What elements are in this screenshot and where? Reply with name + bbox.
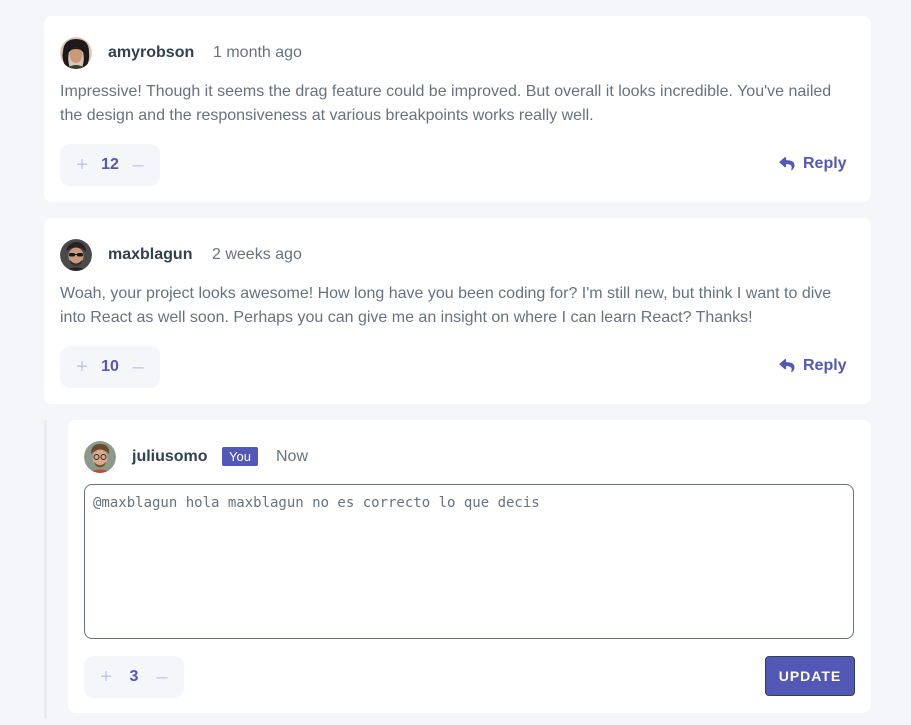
downvote-icon[interactable]: – xyxy=(152,656,172,698)
reply-label: Reply xyxy=(803,155,847,172)
avatar xyxy=(84,441,116,473)
comment-username[interactable]: maxblagun xyxy=(108,246,192,264)
avatar xyxy=(60,37,92,69)
comment-username[interactable]: amyrobson xyxy=(108,44,194,62)
reply-button[interactable]: Reply xyxy=(779,354,847,378)
comment-content: Impressive! Though it seems the drag fea… xyxy=(60,83,832,124)
comment-timestamp: 1 month ago xyxy=(213,44,302,61)
reply-thread-line xyxy=(44,420,47,718)
avatar-juliusomo-icon xyxy=(84,441,116,473)
avatar xyxy=(60,239,92,271)
update-button[interactable]: UPDATE xyxy=(765,656,855,696)
score-control: + 10 – xyxy=(60,346,160,388)
upvote-icon[interactable]: + xyxy=(72,144,92,186)
score-control: + 3 – xyxy=(84,656,184,698)
downvote-icon[interactable]: – xyxy=(128,346,148,388)
edit-reply-textarea[interactable]: @maxblagun hola maxblagun no es correcto… xyxy=(84,484,854,639)
comment-content: Woah, your project looks awesome! How lo… xyxy=(60,285,832,326)
reply-label: Reply xyxy=(803,357,847,374)
you-badge: You xyxy=(222,447,258,466)
reply-icon xyxy=(779,157,795,171)
reply-icon xyxy=(779,359,795,373)
avatar-maxblagun-icon xyxy=(60,239,92,271)
score-control: + 12 – xyxy=(60,144,160,186)
upvote-icon[interactable]: + xyxy=(72,346,92,388)
downvote-icon[interactable]: – xyxy=(128,144,148,186)
avatar-amyrobson-icon xyxy=(60,37,92,69)
upvote-icon[interactable]: + xyxy=(96,656,116,698)
score-count: 3 xyxy=(129,668,139,685)
reply-button[interactable]: Reply xyxy=(779,152,847,176)
reply-username[interactable]: juliusomo xyxy=(132,448,208,466)
score-count: 10 xyxy=(101,358,119,375)
reply-timestamp: Now xyxy=(276,448,309,465)
comment-timestamp: 2 weeks ago xyxy=(212,246,302,263)
score-count: 12 xyxy=(101,156,119,173)
